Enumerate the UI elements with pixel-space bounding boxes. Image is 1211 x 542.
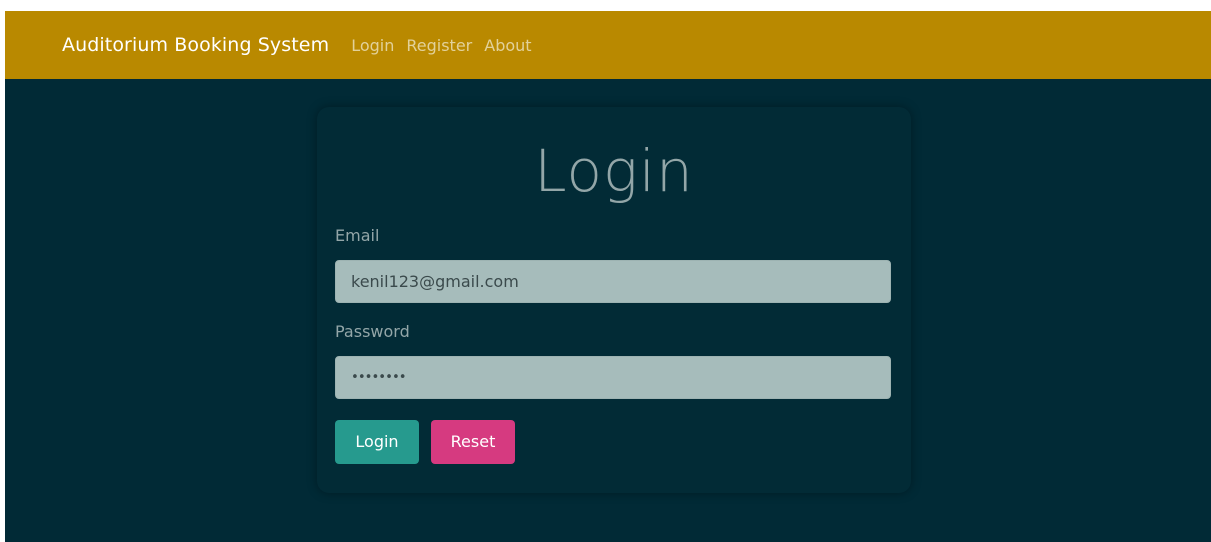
login-title: Login — [534, 137, 694, 205]
password-input[interactable]: •••••••• — [335, 356, 891, 399]
app-window: Auditorium Booking System Login Register… — [5, 11, 1211, 542]
nav-link-about[interactable]: About — [484, 36, 531, 55]
reset-button[interactable]: Reset — [431, 420, 515, 464]
navbar: Auditorium Booking System Login Register… — [5, 11, 1211, 79]
navbar-brand[interactable]: Auditorium Booking System — [62, 34, 329, 56]
email-input[interactable]: kenil123@gmail.com — [335, 260, 891, 303]
login-card: Login Email kenil123@gmail.com Password … — [317, 107, 911, 493]
login-button[interactable]: Login — [335, 420, 419, 464]
nav-link-login[interactable]: Login — [351, 36, 394, 55]
form-actions: Login Reset — [335, 420, 893, 464]
nav-link-register[interactable]: Register — [406, 36, 472, 55]
password-label: Password — [335, 322, 410, 341]
email-label: Email — [335, 226, 380, 245]
